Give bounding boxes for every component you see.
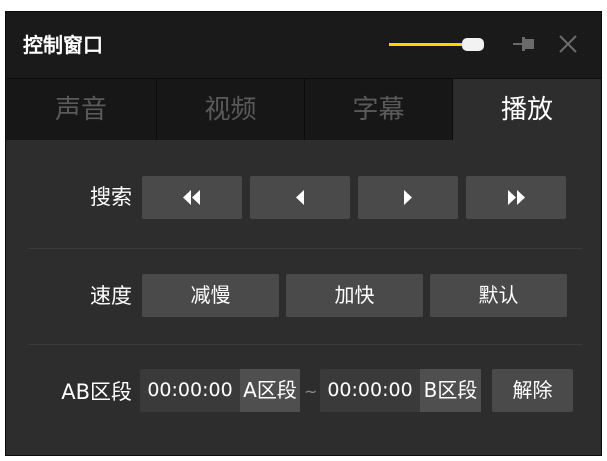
faster-button[interactable]: 加快 bbox=[286, 274, 423, 317]
control-window: 控制窗口 声音 视频 字幕 播放 搜索 速度 减慢 加快 默认 AB区段 00:… bbox=[5, 11, 602, 456]
fast-rewind-icon bbox=[142, 176, 242, 219]
tab-playback[interactable]: 播放 bbox=[453, 78, 601, 140]
a-time-field[interactable]: 00:00:00 A区段 bbox=[140, 369, 300, 412]
divider bbox=[28, 344, 582, 345]
step-back-icon bbox=[250, 176, 350, 219]
step-forward-icon bbox=[358, 176, 458, 219]
search-label: 搜索 bbox=[90, 185, 132, 209]
fast-rewind-button[interactable] bbox=[142, 176, 242, 219]
step-back-button[interactable] bbox=[250, 176, 350, 219]
opacity-slider-track[interactable] bbox=[389, 43, 469, 46]
opacity-slider-thumb[interactable] bbox=[462, 38, 484, 51]
b-time-field[interactable]: 00:00:00 B区段 bbox=[320, 369, 481, 412]
a-time-value: 00:00:00 bbox=[147, 379, 233, 401]
fast-forward-icon bbox=[466, 176, 566, 219]
ab-label: AB区段 bbox=[61, 380, 132, 404]
clear-ab-button[interactable]: 解除 bbox=[492, 369, 573, 412]
tab-audio[interactable]: 声音 bbox=[6, 78, 157, 140]
title-bar: 控制窗口 bbox=[6, 12, 601, 78]
speed-label: 速度 bbox=[90, 284, 132, 308]
b-time-value: 00:00:00 bbox=[327, 379, 413, 401]
default-speed-button[interactable]: 默认 bbox=[430, 274, 567, 317]
b-point-button[interactable]: B区段 bbox=[420, 369, 481, 412]
playback-panel: 搜索 速度 减慢 加快 默认 AB区段 00:00:00 A区段 ~ 00:00… bbox=[6, 140, 601, 455]
slower-button[interactable]: 减慢 bbox=[142, 274, 279, 317]
step-forward-button[interactable] bbox=[358, 176, 458, 219]
close-icon[interactable] bbox=[557, 33, 579, 55]
range-separator: ~ bbox=[304, 382, 318, 401]
tab-video[interactable]: 视频 bbox=[157, 78, 305, 140]
tab-subtitle[interactable]: 字幕 bbox=[305, 78, 453, 140]
tab-bar: 声音 视频 字幕 播放 bbox=[6, 78, 601, 140]
a-point-button[interactable]: A区段 bbox=[240, 369, 300, 412]
fast-forward-button[interactable] bbox=[466, 176, 566, 219]
divider bbox=[28, 248, 582, 249]
pin-icon[interactable] bbox=[511, 33, 537, 55]
window-title: 控制窗口 bbox=[23, 33, 103, 57]
